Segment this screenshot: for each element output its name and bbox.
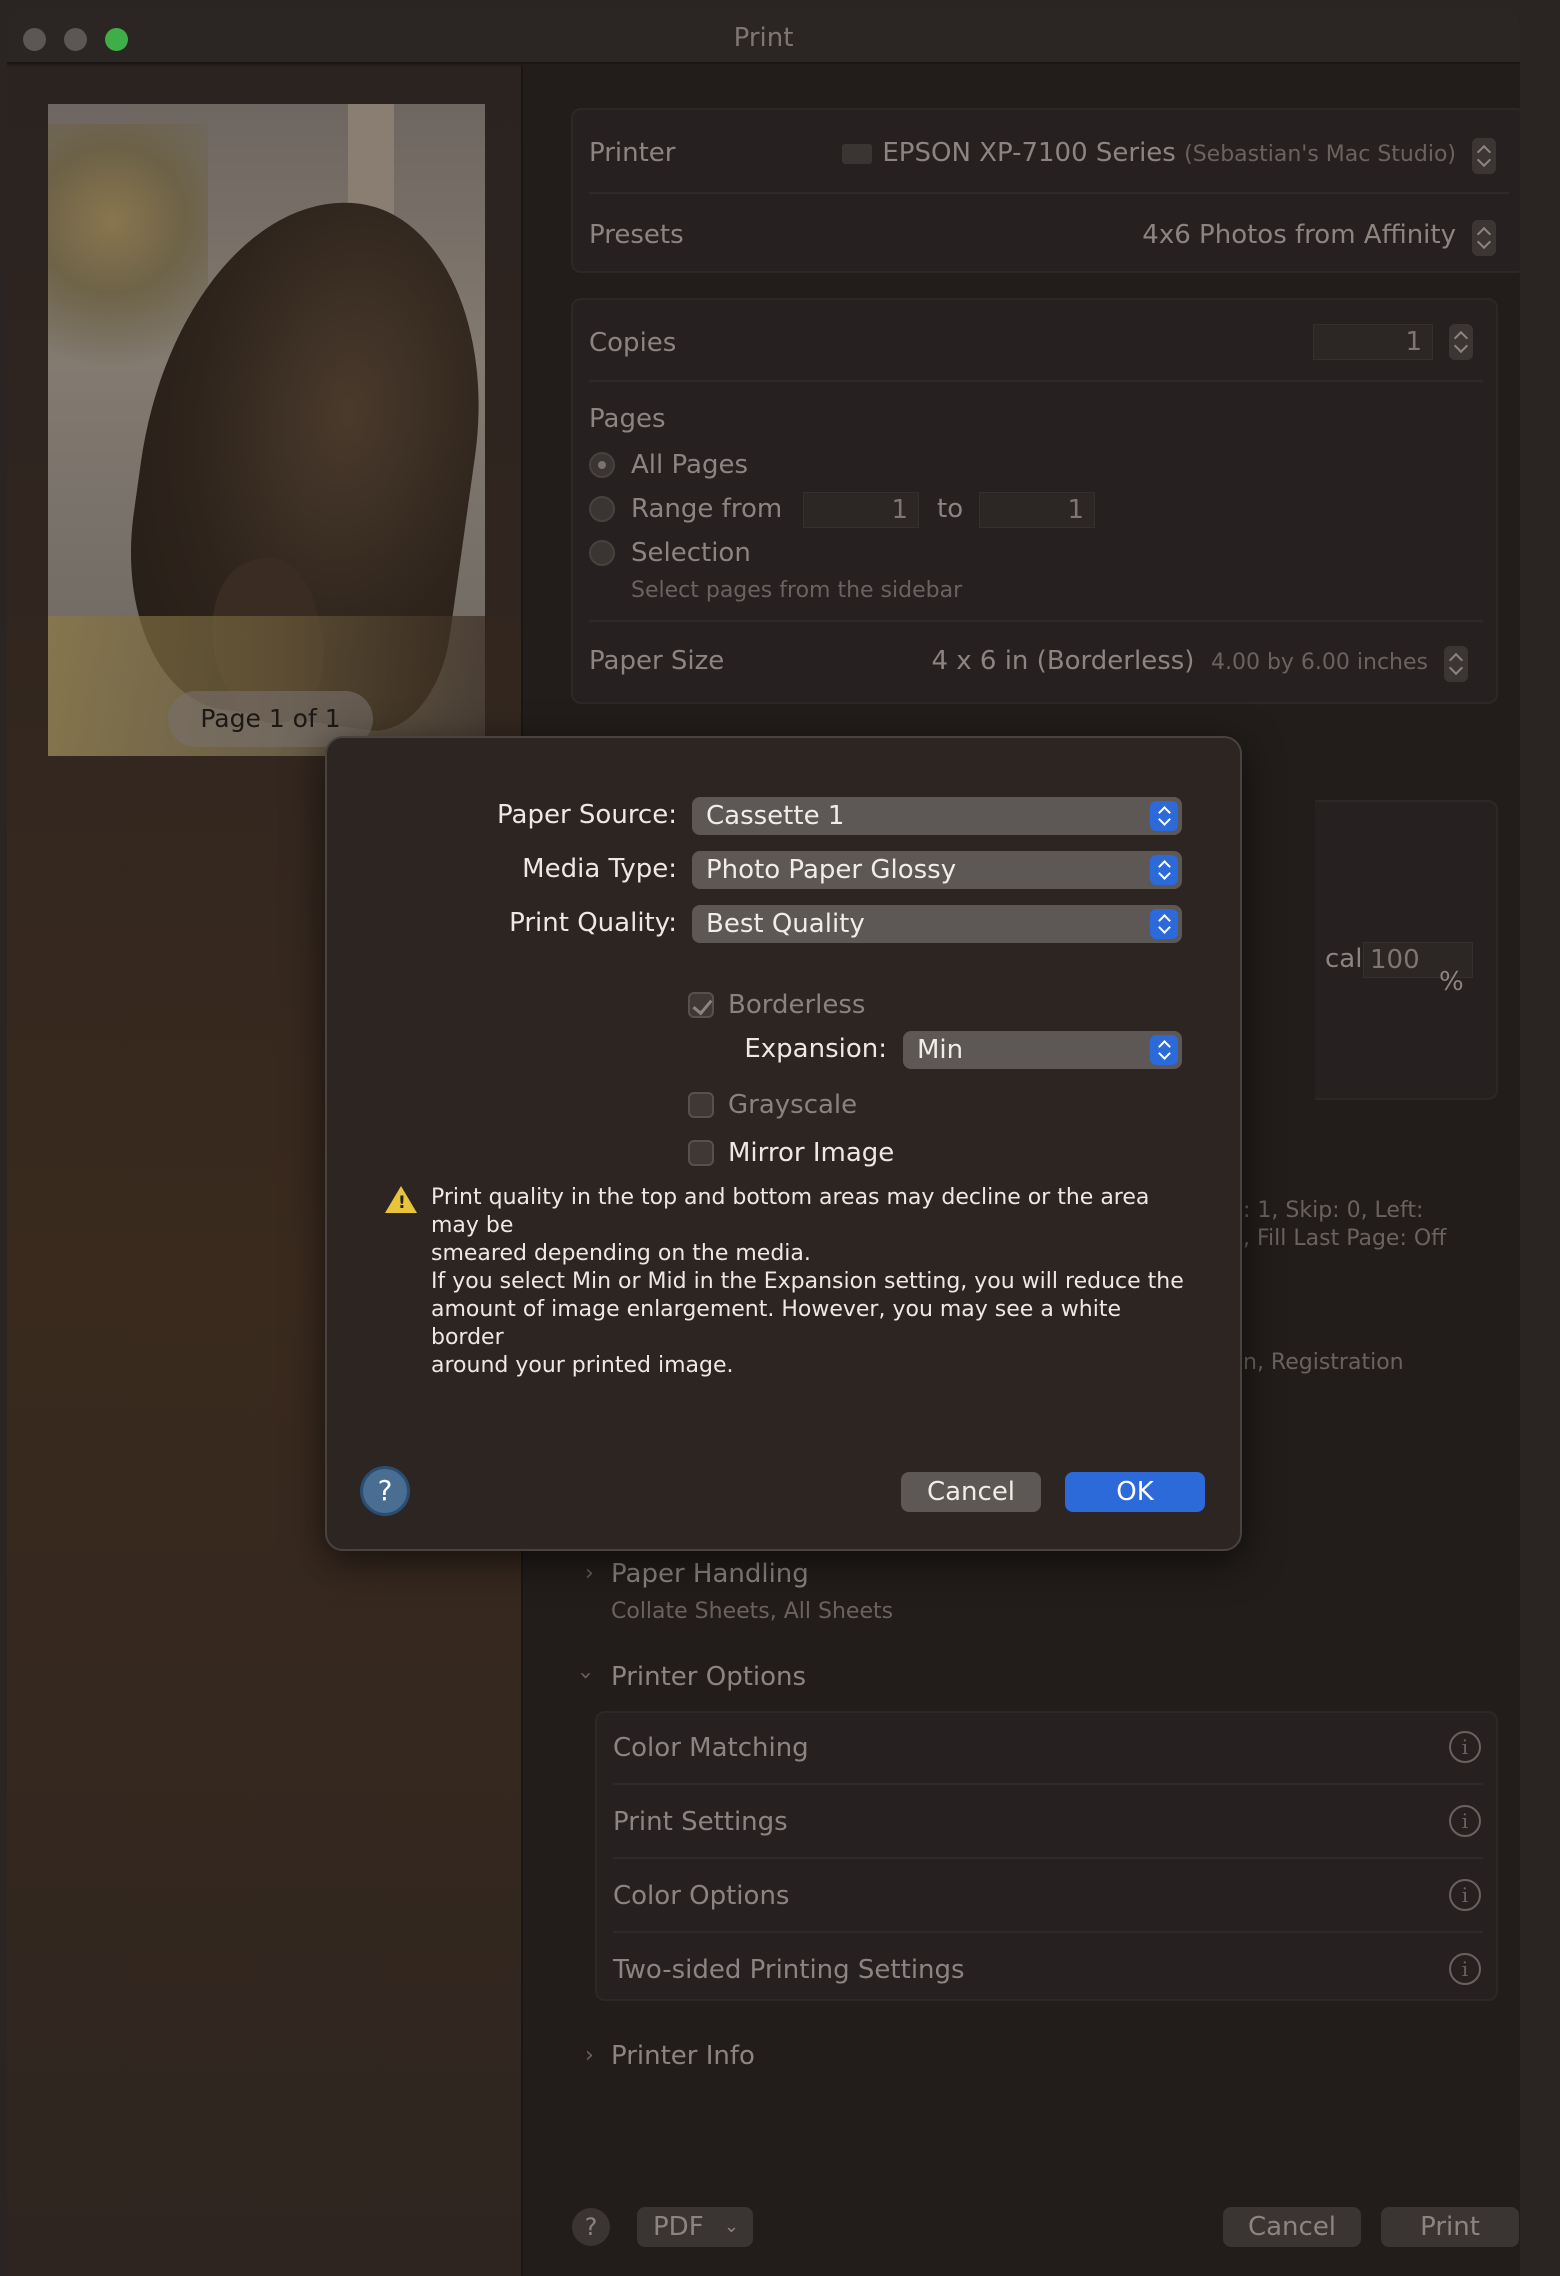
copies-stepper[interactable]	[1449, 324, 1473, 360]
print-settings-info-icon[interactable]: i	[1449, 1805, 1481, 1837]
printer-popup-arrows[interactable]	[1472, 138, 1496, 174]
printer-label: Printer	[589, 138, 676, 168]
chevron-down-icon: ⌄	[723, 2216, 739, 2237]
two-sided-info-icon[interactable]: i	[1449, 1953, 1481, 1985]
printer-info-title[interactable]: Printer Info	[611, 2041, 755, 2071]
popup-arrows-icon	[1150, 801, 1178, 831]
popup-arrows-icon	[1150, 909, 1178, 939]
presets-label: Presets	[589, 220, 684, 250]
paper-size-label: Paper Size	[589, 646, 725, 676]
paper-handling-disclosure-icon[interactable]: ›	[585, 1561, 594, 1586]
all-pages-label: All Pages	[631, 450, 748, 480]
paper-size-popup-arrows[interactable]	[1444, 646, 1468, 682]
media-type-label: Media Type:	[522, 854, 677, 884]
presets-popup[interactable]: 4x6 Photos from Affinity	[936, 220, 1456, 250]
expansion-label: Expansion:	[744, 1034, 887, 1064]
copies-label: Copies	[589, 328, 677, 358]
popup-arrows-icon	[1150, 1035, 1178, 1065]
pdf-menu-button[interactable]: PDF ⌄	[637, 2207, 753, 2247]
range-to-label: to	[937, 494, 964, 524]
printer-options-disclosure-icon[interactable]: ›	[573, 1671, 598, 1680]
grayscale-checkbox[interactable]	[688, 1092, 714, 1118]
print-settings-item[interactable]: Print Settings	[613, 1807, 788, 1837]
range-to-field[interactable]: 1	[979, 492, 1095, 528]
sheet-cancel-button[interactable]: Cancel	[901, 1472, 1041, 1512]
two-sided-item[interactable]: Two-sided Printing Settings	[613, 1955, 965, 1985]
color-matching-item[interactable]: Color Matching	[613, 1733, 809, 1763]
grayscale-label: Grayscale	[728, 1090, 858, 1120]
printer-info-disclosure-icon[interactable]: ›	[585, 2043, 594, 2068]
sheet-help-button[interactable]: ?	[360, 1466, 410, 1516]
borderless-warning-text: Print quality in the top and bottom area…	[431, 1185, 1184, 1378]
pages-label: Pages	[589, 404, 666, 434]
paper-handling-summary: Collate Sheets, All Sheets	[611, 1599, 894, 1624]
paper-source-popup[interactable]: Cassette 1	[692, 797, 1182, 835]
title-bar: Print	[7, 7, 1520, 64]
color-options-info-icon[interactable]: i	[1449, 1879, 1481, 1911]
copies-field[interactable]: 1	[1313, 324, 1433, 360]
warning-icon: !	[385, 1186, 417, 1213]
paper-source-label: Paper Source:	[497, 800, 677, 830]
media-type-popup[interactable]: Photo Paper Glossy	[692, 851, 1182, 889]
range-radio[interactable]	[589, 496, 615, 522]
printer-options-title[interactable]: Printer Options	[611, 1662, 806, 1692]
presets-popup-arrows[interactable]	[1472, 220, 1496, 256]
cancel-button[interactable]: Cancel	[1223, 2207, 1361, 2247]
selection-hint: Select pages from the sidebar	[631, 578, 963, 603]
range-from-field[interactable]: 1	[803, 492, 919, 528]
expansion-popup[interactable]: Min	[903, 1031, 1182, 1069]
help-button[interactable]: ?	[572, 2208, 610, 2246]
registration-summary: n, Registration	[1243, 1350, 1404, 1375]
borderless-checkbox[interactable]	[688, 992, 714, 1018]
color-options-item[interactable]: Color Options	[613, 1881, 789, 1911]
page-preview-image[interactable]: Page 1 of 1	[48, 104, 485, 756]
mirror-image-checkbox[interactable]	[688, 1140, 714, 1166]
print-button[interactable]: Print	[1381, 2207, 1519, 2247]
mirror-image-label: Mirror Image	[728, 1138, 895, 1168]
copies-pages-group: Copies 1 Pages All Pages Range from 1 to…	[571, 298, 1498, 704]
print-quality-label: Print Quality:	[509, 908, 677, 938]
all-pages-radio[interactable]	[589, 452, 615, 478]
paper-handling-title[interactable]: Paper Handling	[611, 1559, 809, 1589]
selection-label: Selection	[631, 538, 751, 568]
paper-size-popup[interactable]: 4 x 6 in (Borderless) 4.00 by 6.00 inche…	[868, 646, 1428, 676]
layout-summary-2: , Fill Last Page: Off	[1243, 1226, 1447, 1251]
printer-icon	[842, 143, 873, 164]
printer-popup[interactable]: EPSON XP-7100 Series (Sebastian's Mac St…	[816, 138, 1456, 168]
printer-settings-sheet: Paper Source: Cassette 1 Media Type: Pho…	[325, 736, 1242, 1551]
printer-options-list: Color Matching i Print Settings i Color …	[595, 1711, 1498, 2001]
print-quality-popup[interactable]: Best Quality	[692, 905, 1182, 943]
range-label: Range from	[631, 494, 783, 524]
borderless-label: Borderless	[728, 990, 866, 1020]
printer-group: Printer EPSON XP-7100 Series (Sebastian'…	[571, 108, 1520, 273]
layout-summary-1: : 1, Skip: 0, Left:	[1243, 1198, 1424, 1223]
popup-arrows-icon	[1150, 855, 1178, 885]
layout-group: cale: 100	[1315, 800, 1498, 1100]
sheet-ok-button[interactable]: OK	[1065, 1472, 1205, 1512]
scale-unit: %	[1439, 967, 1464, 997]
window-title: Print	[733, 23, 794, 53]
selection-radio[interactable]	[589, 540, 615, 566]
color-matching-info-icon[interactable]: i	[1449, 1731, 1481, 1763]
